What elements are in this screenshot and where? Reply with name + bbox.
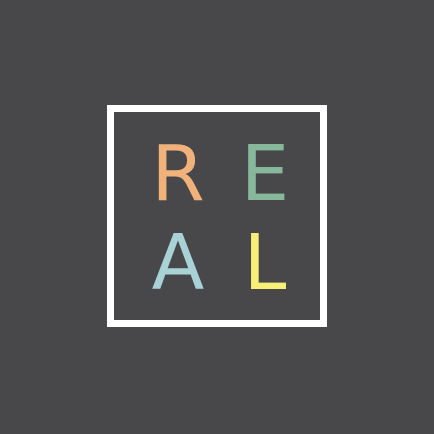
logo-letter-r: R: [151, 130, 205, 219]
logo-letter-a: A: [151, 219, 205, 308]
logo-frame: R E A L: [107, 105, 327, 327]
logo-letter-e: E: [240, 130, 290, 219]
logo-letter-l: L: [243, 219, 287, 308]
